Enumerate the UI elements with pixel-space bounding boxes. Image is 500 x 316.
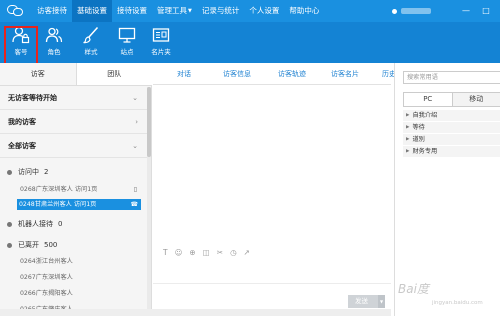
visitor-item[interactable]: 0264浙江台州客人 (18, 256, 140, 267)
watermark-logo: Bai度 (398, 282, 429, 296)
group-robot[interactable]: 机器人接待 0 (7, 219, 62, 230)
insert-icon[interactable]: ⊕ (189, 248, 195, 257)
phrase-category[interactable]: ▶ 道别 (403, 134, 500, 146)
section-no-waiting[interactable]: 无访客等待开始 ⌄ (0, 87, 147, 110)
phrase-search-input[interactable]: 搜索常用语 (403, 71, 500, 84)
triangle-right-icon: ▶ (406, 137, 410, 142)
scroll-thumb[interactable] (147, 87, 151, 157)
bullet-icon (7, 222, 12, 227)
group-count: 2 (44, 168, 49, 176)
status-dot-icon (392, 8, 397, 14)
input-toolbar: T ☺ ⊕ ◫ ✂ ◷ ↗ (163, 248, 250, 257)
phone-icon: ☎ (130, 201, 138, 208)
transfer-icon[interactable]: ↗ (244, 248, 250, 257)
brush-icon (83, 26, 99, 44)
chevron-down-icon: ⌄ (132, 94, 138, 102)
chevron-right-icon: › (135, 118, 138, 126)
watermark: Bai度 jingyan.baidu.com (398, 280, 498, 310)
group-label: 机器人接待 (18, 220, 53, 228)
group-count: 500 (44, 241, 58, 249)
screenshot-icon[interactable]: ✂ (217, 248, 223, 257)
monitor-icon (118, 27, 136, 43)
chat-logo-icon (7, 3, 25, 18)
users-icon (45, 27, 63, 43)
triangle-right-icon: ▶ (406, 113, 410, 118)
section-all-visitors[interactable]: 全部访客 ⌄ (0, 135, 147, 158)
visitor-panel: 访客 团队 无访客等待开始 ⌄ 我的访客 › 全部访客 ⌄ 访问中 2 0268广东深… (0, 63, 152, 316)
group-label: 访问中 (18, 168, 39, 176)
visitor-tabs: 访客 团队 (0, 63, 152, 86)
visitor-item[interactable]: 0268广东深圳客人 访问1页 ▯ (18, 184, 140, 195)
menu-basic-settings[interactable]: 基础设置 (72, 0, 112, 22)
phrase-category[interactable]: ▶ 自我介绍 (403, 110, 500, 122)
phrase-category[interactable]: ▶ 财务专用 (403, 146, 500, 158)
tool-roles[interactable]: 角色 (39, 25, 69, 61)
tool-site[interactable]: 站点 (112, 25, 142, 61)
settings-toolbar: 客号 角色 样式 站点 名片夹 (0, 22, 500, 63)
group-left[interactable]: 已离开 500 (7, 240, 57, 251)
bullet-icon (7, 243, 12, 248)
visitor-item[interactable]: 0266广东揭阳客人 (18, 288, 140, 299)
font-icon[interactable]: T (163, 248, 168, 257)
tool-style-label: 样式 (84, 48, 98, 56)
menu-records-statistics[interactable]: 记录与统计 (197, 0, 245, 22)
visitor-item[interactable]: 0267广东深圳客人 (18, 272, 140, 283)
restore-button[interactable]: □ (480, 0, 492, 22)
watermark-url: jingyan.baidu.com (432, 300, 483, 306)
tab-mobile[interactable]: 移动 (451, 93, 500, 106)
chat-tabs: 对话 访客信息 访客轨迹 访客名片 历史 (153, 63, 396, 85)
account-menu[interactable] (392, 0, 431, 22)
group-visiting[interactable]: 访问中 2 (7, 167, 48, 178)
phrase-category[interactable]: ▶ 等待 (403, 122, 500, 134)
device-tabs: PC 移动 (403, 92, 500, 107)
triangle-right-icon: ▶ (406, 149, 410, 154)
menu-visitor-reception[interactable]: 访客接待 (32, 0, 72, 22)
group-label: 已离开 (18, 241, 39, 249)
menu-management-tools[interactable]: 管理工具▼ (152, 0, 197, 22)
triangle-right-icon: ▶ (406, 125, 410, 130)
tab-visitor-card[interactable]: 访客名片 (331, 63, 359, 85)
phrase-category-list: ▶ 自我介绍 ▶ 等待 ▶ 道别 ▶ 财务专用 (403, 110, 500, 158)
emoji-icon[interactable]: ☺ (175, 248, 183, 257)
minimize-button[interactable]: — (460, 0, 472, 22)
account-name-blurred (401, 8, 431, 14)
tool-roles-label: 角色 (47, 48, 61, 56)
main-menu: 访客接待 基础设置 接待设置 管理工具▼ 记录与统计 个人设置 帮助中心 (32, 0, 324, 22)
tool-card-holder-label: 名片夹 (151, 48, 171, 56)
menu-personal-settings[interactable]: 个人设置 (244, 0, 284, 22)
card-icon (152, 28, 170, 42)
horizontal-scrollbar[interactable] (0, 309, 391, 316)
menu-help-center[interactable]: 帮助中心 (284, 0, 324, 22)
chevron-down-icon: ▼ (188, 8, 192, 14)
tool-card-holder[interactable]: 名片夹 (146, 25, 176, 61)
chevron-down-icon: ⌄ (132, 142, 138, 150)
top-nav-bar: 访客接待 基础设置 接待设置 管理工具▼ 记录与统计 个人设置 帮助中心 — □ (0, 0, 500, 22)
tab-team[interactable]: 团队 (76, 63, 152, 85)
history-icon[interactable]: ◷ (230, 248, 237, 257)
tab-visitor-track[interactable]: 访客轨迹 (278, 63, 306, 85)
group-count: 0 (58, 220, 63, 228)
chevron-down-icon[interactable]: ▼ (378, 295, 385, 308)
tab-visitors[interactable]: 访客 (0, 63, 77, 85)
visitor-item-selected[interactable]: 0248甘肃兰州客人 访问1页 ☎ (17, 199, 141, 210)
menu-reception-settings[interactable]: 接待设置 (112, 0, 152, 22)
chat-area: 对话 访客信息 访客轨迹 访客名片 历史 T ☺ ⊕ ◫ ✂ ◷ ↗ 发送 ▼ (153, 63, 396, 316)
tab-visitor-info[interactable]: 访客信息 (223, 63, 251, 85)
quick-reply-panel: 搜索常用语 PC 移动 ▶ 自我介绍 ▶ 等待 ▶ 道别 ▶ 财务专用 (394, 63, 500, 316)
send-button[interactable]: 发送 ▼ (348, 295, 385, 308)
tool-style[interactable]: 样式 (76, 25, 106, 61)
mobile-icon: ▯ (133, 186, 137, 193)
tool-site-label: 站点 (120, 48, 134, 56)
tab-dialog[interactable]: 对话 (177, 63, 191, 85)
image-icon[interactable]: ◫ (203, 248, 210, 257)
bullet-icon (7, 170, 12, 175)
section-my-visitors[interactable]: 我的访客 › (0, 111, 147, 134)
visitor-scrollbar[interactable] (147, 87, 151, 316)
tab-pc[interactable]: PC (404, 93, 452, 106)
